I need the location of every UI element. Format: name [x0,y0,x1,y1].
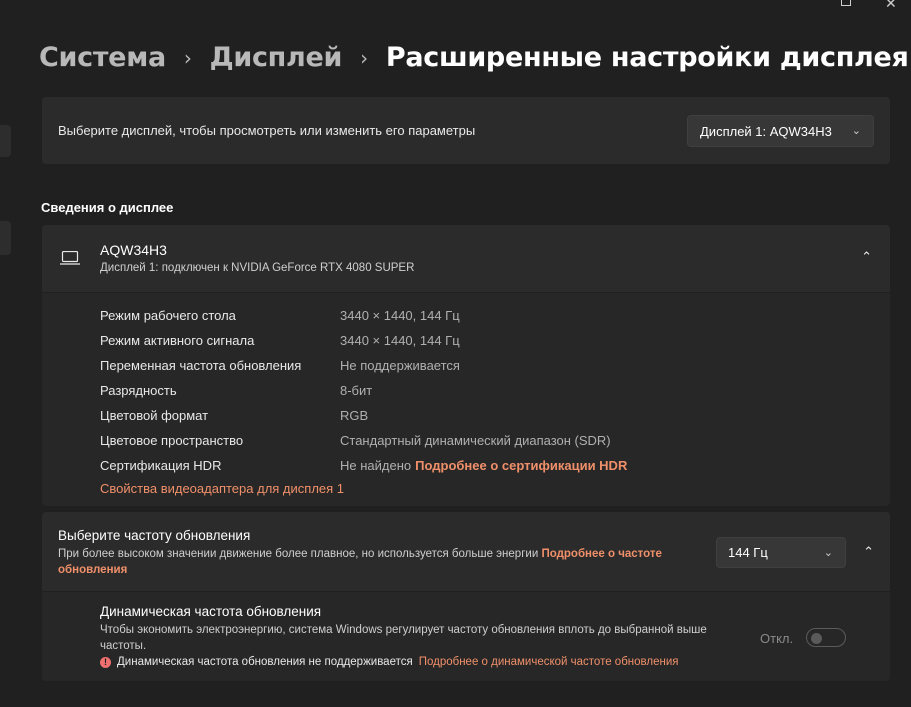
info-key: Режим активного сигнала [100,333,255,348]
info-row: Цветовой формат RGB [100,403,627,428]
display-info-body: Режим рабочего стола 3440 × 1440, 144 Гц… [42,293,890,506]
display-select-label: Выберите дисплей, чтобы просмотреть или … [58,123,476,138]
info-row: Разрядность 8-бит [100,378,627,403]
info-row: Режим рабочего стола 3440 × 1440, 144 Гц [100,303,627,328]
display-name: AQW34H3 [100,242,167,258]
chevron-right-icon: › [183,45,192,70]
dynamic-refresh-warning-text: Динамическая частота обновления не подде… [117,656,413,668]
close-icon[interactable]: ✕ [885,0,897,12]
info-value: 3440 × 1440, 144 Гц [340,333,460,348]
toggle-state-label: Откл. [760,631,794,646]
display-subtitle: Дисплей 1: подключен к NVIDIA GeForce RT… [100,262,415,274]
nav-item-partial[interactable] [0,221,11,255]
display-select-card: Выберите дисплей, чтобы просмотреть или … [42,97,890,164]
refresh-rate-desc-text: При более высоком значении движение боле… [58,548,539,560]
dynamic-refresh-description: Чтобы экономить электроэнергию, система … [100,624,707,652]
page-title: Расширенные настройки дисплея [385,42,909,73]
info-value: Не поддерживается [340,358,460,373]
info-key: Сертификация HDR [100,458,222,473]
info-value: Не найдено Подробнее о сертификации HDR [340,458,627,473]
refresh-rate-value: 144 Гц [728,545,768,560]
refresh-rate-description: При более высоком значении движение боле… [58,547,708,578]
info-key: Цветовое пространство [100,433,244,448]
refresh-rate-dropdown[interactable]: 144 Гц ⌄ [716,537,846,568]
refresh-rate-header: Выберите частоту обновления При более вы… [42,512,890,591]
error-icon: ! [100,656,111,668]
dynamic-refresh-warning: ! Динамическая частота обновления не под… [100,656,678,668]
chevron-up-icon[interactable]: ⌃ [861,249,872,265]
hdr-cert-link[interactable]: Подробнее о сертификации HDR [415,458,627,473]
toggle-knob [811,633,822,644]
info-value: 8-бит [340,383,373,398]
info-row: Режим активного сигнала 3440 × 1440, 144… [100,328,627,353]
dynamic-refresh-card: Динамическая частота обновления Чтобы эк… [42,592,890,681]
laptop-icon [60,251,80,265]
adapter-properties-link[interactable]: Свойства видеоадаптера для дисплея 1 [100,481,344,496]
info-key: Режим рабочего стола [100,308,236,323]
display-info-list: Режим рабочего стола 3440 × 1440, 144 Гц… [100,303,627,478]
chevron-down-icon: ⌄ [851,125,861,137]
section-title-display-info: Сведения о дисплее [41,200,174,215]
info-value: 3440 × 1440, 144 Гц [340,308,460,323]
info-key: Переменная частота обновления [100,358,302,373]
chevron-down-icon: ⌄ [823,547,833,559]
info-row: Переменная частота обновления Не поддерж… [100,353,627,378]
chevron-up-icon[interactable]: ⌃ [863,544,874,560]
info-key: Разрядность [100,383,177,398]
dynamic-refresh-learn-link[interactable]: Подробнее о динамической частоте обновле… [419,656,679,668]
dynamic-refresh-title: Динамическая частота обновления [100,604,322,619]
breadcrumb-item-display[interactable]: Дисплей [210,42,343,73]
breadcrumb-item-system[interactable]: Система [39,42,166,73]
info-row: Сертификация HDR Не найдено Подробнее о с… [100,453,627,478]
display-info-header[interactable]: AQW34H3 Дисплей 1: подключен к NVIDIA Ge… [42,225,890,292]
info-row: Цветовое пространство Стандартный динами… [100,428,627,453]
hdr-status: Не найдено [340,458,412,473]
chevron-right-icon: › [360,45,368,70]
info-key: Цветовой формат [100,408,209,423]
nav-item-partial[interactable] [0,125,11,157]
display-dropdown-value: Дисплей 1: AQW34H3 [700,123,832,139]
display-dropdown[interactable]: Дисплей 1: AQW34H3 ⌄ [687,115,874,147]
dynamic-refresh-toggle[interactable] [806,628,846,647]
info-value: Стандартный динамический диапазон (SDR) [340,433,611,448]
info-value: RGB [340,408,369,423]
maximize-icon[interactable] [841,0,851,6]
refresh-rate-title: Выберите частоту обновления [58,528,251,543]
breadcrumb: Система › Дисплей › Расширенные настройк… [39,42,909,73]
